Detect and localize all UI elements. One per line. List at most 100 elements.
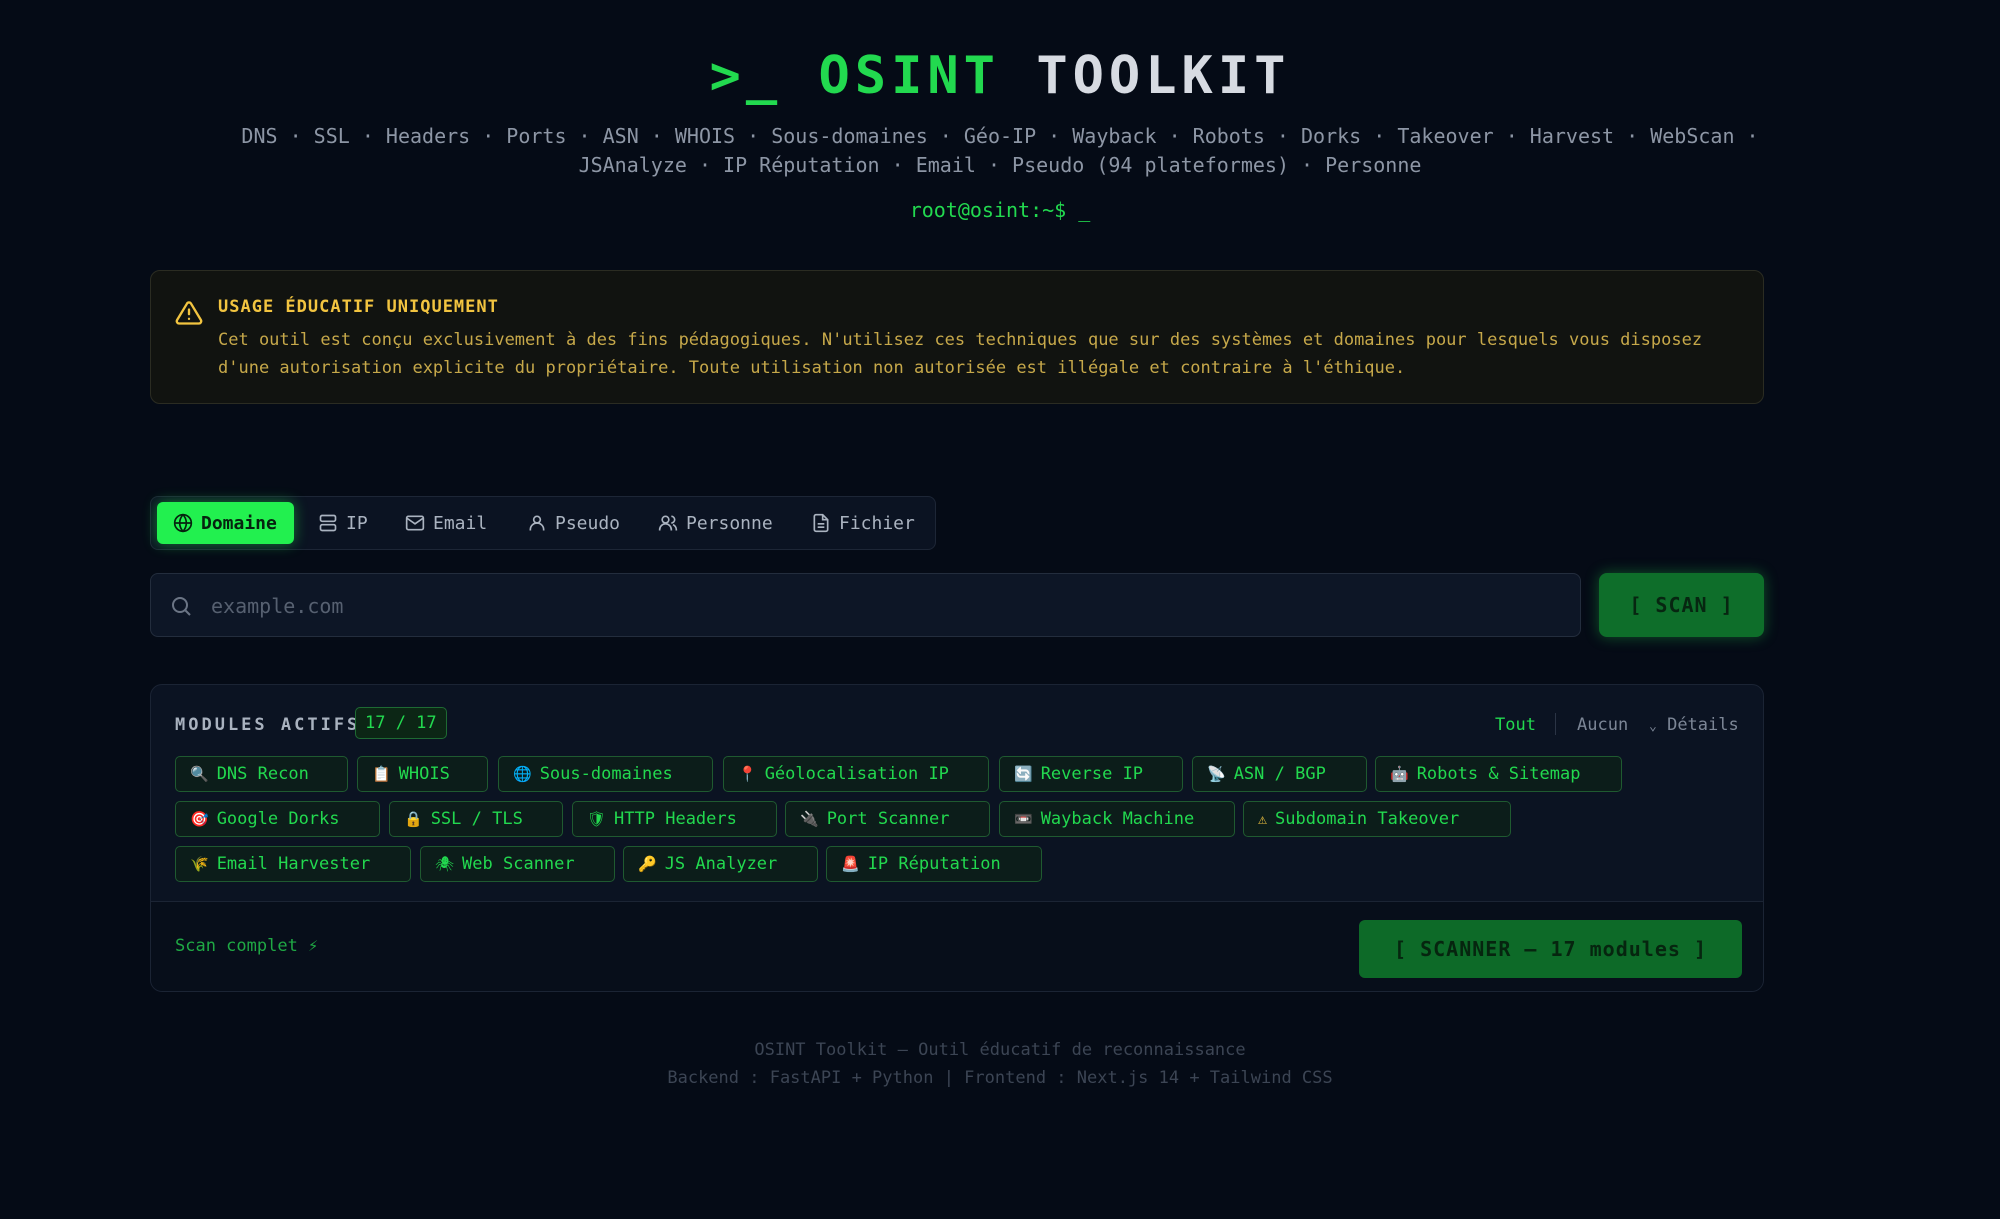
module-chip-ip-reputation[interactable]: 🚨 IP Réputation bbox=[826, 846, 1042, 882]
robot-icon: 🤖 bbox=[1390, 765, 1409, 783]
title-toolkit: TOOLKIT bbox=[1036, 46, 1291, 106]
module-label: DNS Recon bbox=[216, 764, 309, 784]
feature-list-line-2: JSAnalyze · IP Réputation · Email · Pseu… bbox=[578, 153, 1422, 177]
lock-icon: 🔒 bbox=[404, 810, 423, 828]
module-label: WHOIS bbox=[398, 764, 450, 784]
module-chip-dns-recon[interactable]: 🔍 DNS Recon bbox=[175, 756, 348, 792]
scan-status: Scan complet ⚡ bbox=[175, 936, 319, 956]
tab-label: Personne bbox=[686, 512, 773, 534]
scan-button[interactable]: [ SCAN ] bbox=[1599, 573, 1764, 637]
module-label: Sous-domaines bbox=[539, 764, 673, 784]
footer-line-2: Backend : FastAPI + Python | Frontend : … bbox=[667, 1068, 1333, 1088]
module-chip-wayback-machine[interactable]: 📼 Wayback Machine bbox=[999, 801, 1235, 837]
globe-emoji-icon: 🌐 bbox=[513, 765, 532, 783]
educational-warning: USAGE ÉDUCATIF UNIQUEMENT Cet outil est … bbox=[150, 270, 1764, 404]
globe-icon bbox=[173, 513, 193, 533]
module-chip-whois[interactable]: 📋 WHOIS bbox=[357, 756, 488, 792]
target-type-tabs: Domaine IP Email Pseudo Personne Fichier bbox=[150, 496, 936, 550]
satellite-icon: 📡 bbox=[1207, 765, 1226, 783]
cassette-icon: 📼 bbox=[1014, 810, 1033, 828]
pin-icon: 📍 bbox=[738, 765, 757, 783]
controls-divider bbox=[1555, 713, 1556, 735]
users-icon bbox=[658, 515, 678, 531]
module-chip-sous-domaines[interactable]: 🌐 Sous-domaines bbox=[498, 756, 713, 792]
module-label: Web Scanner bbox=[462, 854, 575, 874]
module-chip-js-analyzer[interactable]: 🔑 JS Analyzer bbox=[623, 846, 818, 882]
module-chip-web-scanner[interactable]: 🕷 Web Scanner bbox=[420, 846, 615, 882]
shell-prompt: root@osint:~$ _ bbox=[909, 198, 1091, 222]
module-chip-reverse-ip[interactable]: 🔄 Reverse IP bbox=[999, 756, 1183, 792]
tab-label: IP bbox=[346, 512, 368, 534]
warning-text-line-2: d'une autorisation explicite du propriét… bbox=[218, 358, 1406, 378]
warning-emoji-icon: ⚠ bbox=[1258, 810, 1268, 828]
module-chip-ssl-tls[interactable]: 🔒 SSL / TLS bbox=[389, 801, 563, 837]
chevron-down-icon: ⌄ bbox=[1649, 719, 1657, 734]
module-label: Robots & Sitemap bbox=[1416, 764, 1581, 784]
tab-pseudo[interactable]: Pseudo bbox=[511, 502, 636, 544]
modules-title: MODULES ACTIFS bbox=[175, 715, 361, 735]
module-label: ASN / BGP bbox=[1233, 764, 1326, 784]
warning-text: Cet outil est conçu exclusivement à des … bbox=[218, 326, 1738, 382]
module-label: Wayback Machine bbox=[1040, 809, 1195, 829]
warning-icon bbox=[175, 301, 203, 325]
search-icon bbox=[172, 597, 191, 616]
module-label: Google Dorks bbox=[216, 809, 340, 829]
tab-email[interactable]: Email bbox=[389, 502, 503, 544]
module-chip-http-headers[interactable]: 🛡 HTTP Headers bbox=[572, 801, 777, 837]
siren-icon: 🚨 bbox=[841, 855, 860, 873]
module-label: Email Harvester bbox=[216, 854, 371, 874]
clipboard-icon: 📋 bbox=[372, 765, 391, 783]
details-label: Détails bbox=[1667, 715, 1739, 735]
modules-footer: Scan complet ⚡ [ SCANNER — 17 modules ] bbox=[151, 901, 1763, 991]
select-none-link[interactable]: Aucun bbox=[1577, 715, 1628, 735]
details-toggle[interactable]: ⌄ Détails bbox=[1649, 715, 1739, 735]
tab-personne[interactable]: Personne bbox=[642, 502, 789, 544]
mail-icon bbox=[405, 515, 425, 531]
tab-label: Fichier bbox=[839, 512, 915, 534]
tab-label: Domaine bbox=[201, 512, 277, 534]
feature-list-line-1: DNS · SSL · Headers · Ports · ASN · WHOI… bbox=[241, 124, 1759, 148]
module-chip-port-scanner[interactable]: 🔌 Port Scanner bbox=[785, 801, 990, 837]
shield-icon: 🛡 bbox=[587, 810, 607, 828]
warning-text-line-1: Cet outil est conçu exclusivement à des … bbox=[218, 330, 1703, 350]
module-chip-subdomain-takeover[interactable]: ⚠ Subdomain Takeover bbox=[1243, 801, 1511, 837]
module-chip-geolocalisation-ip[interactable]: 📍 Géolocalisation IP bbox=[723, 756, 989, 792]
target-icon: 🎯 bbox=[190, 810, 209, 828]
wheat-icon: 🌾 bbox=[190, 855, 209, 873]
tab-fichier[interactable]: Fichier bbox=[795, 502, 931, 544]
warning-title: USAGE ÉDUCATIF UNIQUEMENT bbox=[218, 297, 499, 317]
module-chip-google-dorks[interactable]: 🎯 Google Dorks bbox=[175, 801, 380, 837]
server-icon bbox=[319, 514, 337, 532]
key-icon: 🔑 bbox=[638, 855, 657, 873]
module-label: SSL / TLS bbox=[430, 809, 523, 829]
module-chip-robots-sitemap[interactable]: 🤖 Robots & Sitemap bbox=[1375, 756, 1622, 792]
module-label: HTTP Headers bbox=[614, 809, 737, 829]
modules-panel: MODULES ACTIFS 17 / 17 Tout Aucun ⌄ Déta… bbox=[150, 684, 1764, 992]
magnifier-icon: 🔍 bbox=[190, 765, 209, 783]
module-label: Subdomain Takeover bbox=[1275, 809, 1460, 829]
spider-icon: 🕷 bbox=[435, 855, 455, 873]
module-label: JS Analyzer bbox=[664, 854, 778, 874]
module-chip-asn-bgp[interactable]: 📡 ASN / BGP bbox=[1192, 756, 1367, 792]
scanner-button[interactable]: [ SCANNER — 17 modules ] bbox=[1359, 920, 1742, 978]
app-title: >_ OSINT TOOLKIT bbox=[0, 44, 2000, 108]
tab-domaine[interactable]: Domaine bbox=[157, 502, 294, 544]
refresh-icon: 🔄 bbox=[1014, 765, 1033, 783]
target-search bbox=[150, 573, 1581, 638]
select-all-link[interactable]: Tout bbox=[1495, 715, 1536, 735]
module-label: IP Réputation bbox=[867, 854, 1001, 874]
tab-label: Pseudo bbox=[555, 512, 621, 534]
file-icon bbox=[813, 513, 829, 533]
tab-ip[interactable]: IP bbox=[302, 502, 384, 544]
terminal-prompt-icon: >_ bbox=[709, 46, 783, 106]
modules-count-badge: 17 / 17 bbox=[355, 707, 447, 739]
feature-list: DNS · SSL · Headers · Ports · ASN · WHOI… bbox=[150, 122, 1850, 180]
title-osint: OSINT bbox=[818, 46, 1000, 106]
plug-icon: 🔌 bbox=[800, 810, 819, 828]
module-label: Port Scanner bbox=[826, 809, 950, 829]
target-input[interactable] bbox=[209, 574, 1563, 638]
tab-label: Email bbox=[433, 512, 488, 534]
module-label: Reverse IP bbox=[1040, 764, 1144, 784]
module-chip-email-harvester[interactable]: 🌾 Email Harvester bbox=[175, 846, 411, 882]
module-label: Géolocalisation IP bbox=[764, 764, 949, 784]
